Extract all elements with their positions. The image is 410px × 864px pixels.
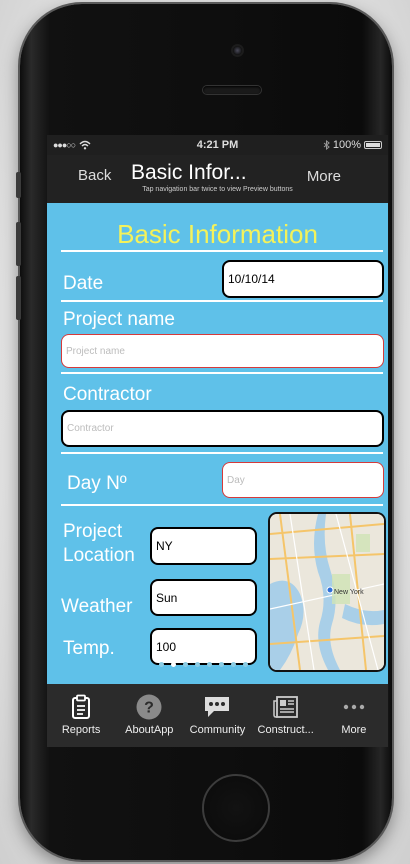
status-bar: ●●●○○ 4:21 PM 100% bbox=[47, 135, 388, 155]
page-title: Basic Information bbox=[117, 219, 318, 249]
temperature-input[interactable]: 100 bbox=[150, 628, 257, 665]
weather-input[interactable]: Sun bbox=[150, 579, 257, 616]
project-name-label: Project name bbox=[63, 309, 175, 330]
divider bbox=[61, 504, 383, 506]
tab-construction-label: Construct... bbox=[257, 724, 314, 736]
svg-text:?: ? bbox=[144, 700, 154, 717]
divider bbox=[61, 372, 383, 374]
page-dot[interactable] bbox=[195, 662, 200, 667]
location-map[interactable]: New York bbox=[268, 512, 386, 672]
tab-aboutapp[interactable]: ? AboutApp bbox=[115, 684, 183, 736]
map-image: New York bbox=[270, 514, 384, 670]
project-location-label-line2: Location bbox=[63, 545, 135, 566]
form-content: Basic Information Date 10/10/14 Project … bbox=[47, 203, 388, 684]
day-number-label: Day Nº bbox=[67, 473, 127, 494]
more-dots-icon bbox=[343, 704, 365, 710]
page-dot[interactable] bbox=[171, 662, 176, 667]
project-name-input[interactable]: Project name bbox=[61, 334, 384, 368]
tab-construction[interactable]: Construct... bbox=[252, 684, 320, 736]
weather-label: Weather bbox=[61, 596, 133, 617]
page-dot[interactable] bbox=[159, 662, 164, 667]
earpiece-speaker bbox=[203, 86, 261, 94]
divider bbox=[61, 300, 383, 302]
project-location-input[interactable]: NY bbox=[150, 527, 257, 565]
navigation-bar[interactable]: Back Basic Infor... More Tap navigation … bbox=[47, 155, 388, 203]
volume-up-button bbox=[16, 222, 21, 266]
temperature-label: Temp. bbox=[63, 638, 115, 659]
page-dot[interactable] bbox=[207, 662, 212, 667]
app-screen: ●●●○○ 4:21 PM 100% Back Basic Infor... M… bbox=[47, 135, 388, 747]
tab-bar: Reports ? AboutApp Community Construct..… bbox=[47, 684, 388, 747]
contractor-label: Contractor bbox=[63, 384, 152, 405]
divider bbox=[61, 452, 383, 454]
mute-switch bbox=[16, 172, 21, 198]
tab-aboutapp-label: AboutApp bbox=[125, 724, 174, 736]
clipboard-icon bbox=[72, 694, 91, 719]
divider bbox=[61, 250, 383, 252]
chat-bubble-icon bbox=[205, 697, 230, 717]
more-button[interactable]: More bbox=[307, 168, 341, 185]
day-number-input[interactable]: Day bbox=[222, 462, 384, 498]
back-button[interactable]: Back bbox=[78, 167, 111, 184]
page-dot[interactable] bbox=[219, 662, 224, 667]
date-label: Date bbox=[63, 273, 104, 294]
tab-reports-label: Reports bbox=[61, 724, 101, 736]
contractor-input[interactable]: Contractor bbox=[61, 410, 384, 447]
volume-down-button bbox=[16, 276, 21, 320]
page-dot[interactable] bbox=[231, 662, 236, 667]
tab-more-label: More bbox=[341, 724, 367, 736]
question-icon: ? bbox=[136, 694, 162, 720]
nav-title: Basic Infor... bbox=[131, 161, 247, 184]
tab-reports[interactable]: Reports bbox=[47, 684, 115, 736]
nav-hint: Tap navigation bar twice to view Preview… bbox=[142, 186, 293, 193]
front-camera bbox=[233, 46, 242, 55]
page-dot[interactable] bbox=[243, 662, 248, 667]
tab-community[interactable]: Community bbox=[183, 684, 251, 736]
newspaper-icon bbox=[272, 696, 298, 718]
map-city-label: New York bbox=[334, 589, 364, 596]
home-button[interactable] bbox=[202, 774, 270, 842]
battery-icon bbox=[364, 141, 382, 149]
tab-more[interactable]: More bbox=[320, 684, 388, 736]
page-dot[interactable] bbox=[183, 662, 188, 667]
date-field[interactable]: 10/10/14 bbox=[222, 260, 384, 298]
project-location-label: Project Location bbox=[63, 520, 135, 568]
page-indicator[interactable] bbox=[159, 662, 248, 667]
tab-community-label: Community bbox=[189, 724, 246, 736]
project-location-label-line1: Project bbox=[63, 521, 123, 542]
status-time: 4:21 PM bbox=[196, 139, 239, 151]
